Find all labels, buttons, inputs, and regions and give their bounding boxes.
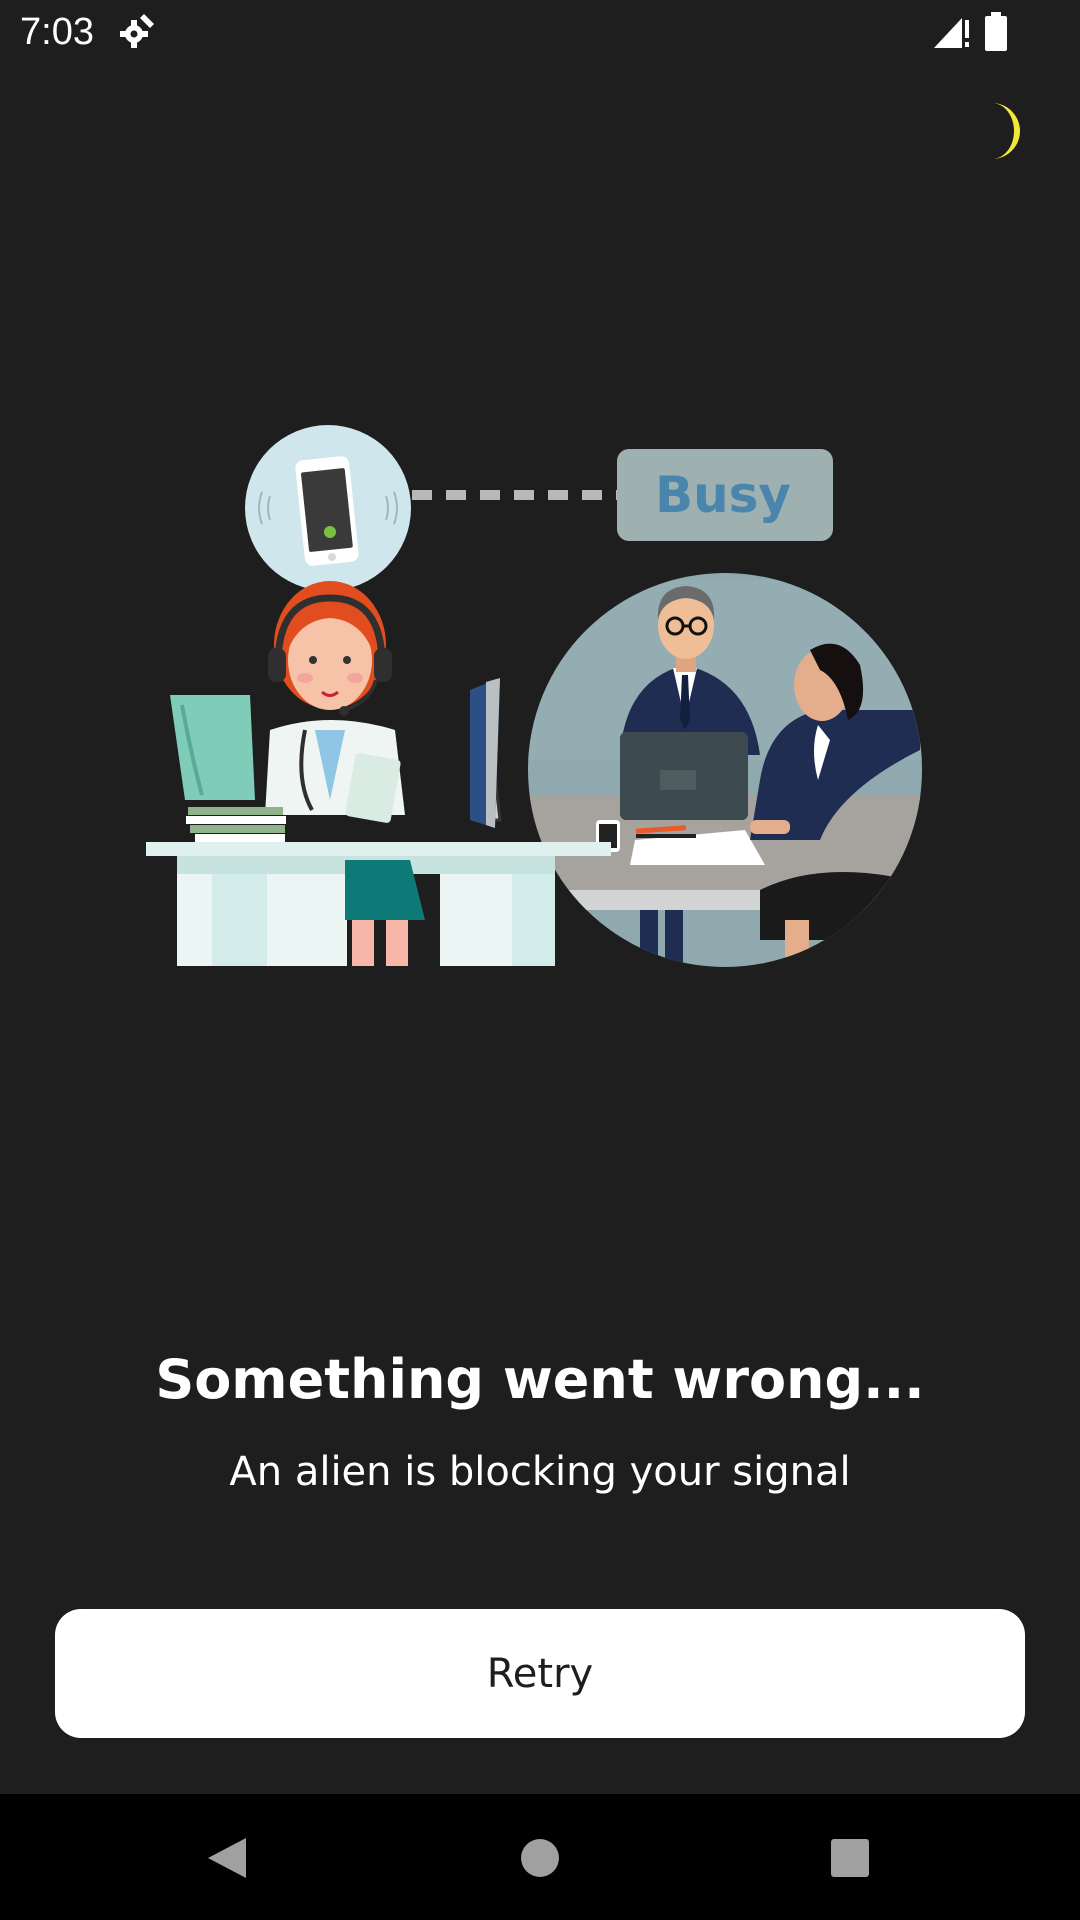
error-title: Something went wrong... <box>155 1348 925 1411</box>
retry-button[interactable]: Retry <box>55 1609 1025 1738</box>
back-icon[interactable] <box>198 1830 254 1886</box>
home-icon[interactable] <box>512 1830 568 1886</box>
busy-illustration: Busy <box>146 425 922 967</box>
navigation-bar <box>0 1794 1080 1920</box>
meeting-illustration <box>528 573 922 967</box>
moon-icon[interactable] <box>982 100 1032 162</box>
error-message: An alien is blocking your signal <box>229 1449 851 1495</box>
recents-icon[interactable] <box>822 1830 878 1886</box>
phone-call-icon <box>245 425 411 591</box>
status-bar: 7:03 <box>0 0 1080 64</box>
cellular-signal-alert-icon <box>934 18 969 48</box>
battery-icon <box>985 12 1007 51</box>
busy-label: Busy <box>655 466 791 524</box>
settings-gear-icon <box>120 14 154 48</box>
status-time: 7:03 <box>20 11 94 53</box>
